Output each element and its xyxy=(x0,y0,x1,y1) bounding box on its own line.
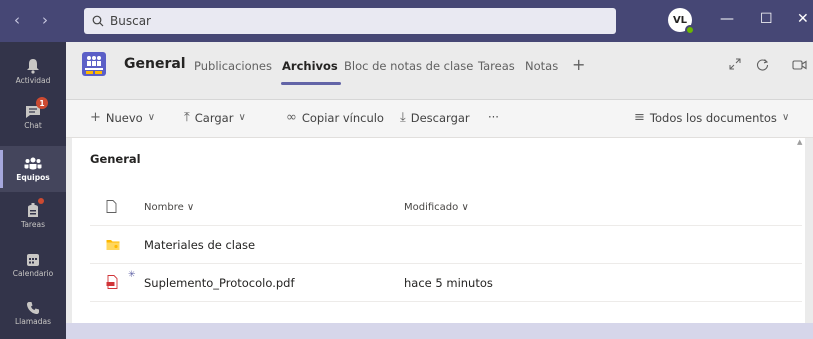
chevron-down-icon: ∨ xyxy=(781,112,790,123)
rail-label: Chat xyxy=(24,120,42,130)
rail-item-assignments[interactable]: Tareas xyxy=(0,192,66,238)
more-label: ··· xyxy=(488,110,499,124)
scroll-up-icon[interactable]: ▲ xyxy=(797,138,805,152)
active-tab-indicator xyxy=(281,82,341,85)
table-row[interactable]: Materiales de clase xyxy=(90,226,802,264)
chevron-down-icon: ∨ xyxy=(238,112,246,123)
upload-label: Cargar xyxy=(194,110,234,125)
chevron-down-icon: ∨ xyxy=(186,202,195,213)
new-button[interactable]: + Nuevo ∨ xyxy=(90,110,155,125)
search-placeholder: Buscar xyxy=(110,14,151,28)
search-input[interactable]: Buscar xyxy=(84,8,616,34)
bottom-strip xyxy=(66,323,813,339)
app-rail: Actividad 1 Chat Equipos Tareas Calendar… xyxy=(0,42,66,339)
view-selector[interactable]: ≡ Todos los documentos ∨ xyxy=(634,110,789,125)
chevron-down-icon: ∨ xyxy=(461,202,469,213)
phone-icon xyxy=(27,301,39,314)
title-bar: ‹ › Buscar VL — ☐ ✕ xyxy=(0,0,813,42)
team-avatar-icon xyxy=(85,56,103,74)
table-row[interactable]: ✳ Suplemento_Protocolo.pdf hace 5 minuto… xyxy=(90,264,802,302)
file-modified: hace 5 minutos xyxy=(404,276,493,290)
presence-available-icon xyxy=(685,25,695,35)
chat-unread-badge: 1 xyxy=(36,97,48,109)
column-name-label: Nombre xyxy=(144,202,184,213)
bell-icon xyxy=(27,58,39,74)
back-button[interactable]: ‹ xyxy=(14,11,20,29)
add-tab-button[interactable]: + xyxy=(572,55,585,74)
column-modified-label: Modificado xyxy=(404,202,459,213)
pdf-icon xyxy=(106,274,120,293)
maximize-button[interactable]: ☐ xyxy=(760,11,773,27)
rail-label: Calendario xyxy=(12,268,54,278)
file-name[interactable]: Suplemento_Protocolo.pdf xyxy=(144,276,295,290)
teams-icon xyxy=(24,157,42,169)
refresh-icon[interactable] xyxy=(756,58,769,75)
expand-icon[interactable] xyxy=(729,58,741,74)
file-name[interactable]: Materiales de clase xyxy=(144,238,255,252)
rail-item-activity[interactable]: Actividad xyxy=(0,48,66,94)
forward-button[interactable]: › xyxy=(42,11,48,29)
files-toolbar: + Nuevo ∨ ⤒ Cargar ∨ ∞ Copiar vínculo ⤓ … xyxy=(66,100,813,138)
link-icon: ∞ xyxy=(286,110,297,125)
new-label: Nuevo xyxy=(105,110,143,125)
meet-now-icon[interactable] xyxy=(792,58,808,76)
download-icon: ⤓ xyxy=(400,110,406,125)
assignments-notification-dot xyxy=(38,198,44,204)
folder-breadcrumb: General xyxy=(90,152,141,166)
copy-link-label: Copiar vínculo xyxy=(301,110,384,125)
files-table-header: Nombre ∨ Modificado ∨ xyxy=(90,188,802,226)
upload-button[interactable]: ⤒ Cargar ∨ xyxy=(184,110,246,125)
filter-icon: ≡ xyxy=(634,110,645,125)
new-file-sparkle-icon: ✳ xyxy=(128,270,136,280)
minimize-button[interactable]: — xyxy=(720,11,734,27)
more-options-button[interactable]: ··· xyxy=(488,110,499,124)
chevron-down-icon: ∨ xyxy=(147,112,156,123)
rail-label: Actividad xyxy=(15,75,51,85)
upload-icon: ⤒ xyxy=(184,110,190,125)
rail-label: Tareas xyxy=(21,219,45,229)
channel-title: General xyxy=(124,56,186,72)
copy-link-button[interactable]: ∞ Copiar vínculo xyxy=(286,110,384,125)
rail-item-chat[interactable]: 1 Chat xyxy=(0,94,66,140)
column-header-modified[interactable]: Modificado ∨ xyxy=(404,202,469,213)
tab-bloc-de-notas[interactable]: Bloc de notas de clase xyxy=(344,59,473,73)
search-icon xyxy=(92,15,104,27)
rail-item-calls[interactable]: Llamadas xyxy=(0,290,66,336)
assignments-icon xyxy=(28,202,38,217)
close-button[interactable]: ✕ xyxy=(797,11,809,27)
folder-icon xyxy=(106,236,120,255)
rail-item-calendar[interactable]: Calendario xyxy=(0,242,66,288)
team-logo[interactable] xyxy=(82,52,106,76)
channel-header: General Publicaciones Archivos Bloc de n… xyxy=(66,42,813,100)
calendar-icon xyxy=(27,253,39,266)
rail-label: Equipos xyxy=(16,172,50,182)
avatar[interactable]: VL xyxy=(668,8,695,35)
file-type-icon xyxy=(106,198,117,217)
view-label: Todos los documentos xyxy=(649,110,777,125)
rail-item-teams[interactable]: Equipos xyxy=(0,146,66,192)
tab-archivos[interactable]: Archivos xyxy=(282,59,338,73)
tab-tareas[interactable]: Tareas xyxy=(478,59,515,73)
avatar-initials: VL xyxy=(672,14,688,26)
tab-notas[interactable]: Notas xyxy=(525,59,558,73)
nav-arrows: ‹ › xyxy=(14,11,48,29)
tab-publicaciones[interactable]: Publicaciones xyxy=(194,59,272,73)
download-button[interactable]: ⤓ Descargar xyxy=(400,110,470,125)
rail-label: Llamadas xyxy=(14,316,52,326)
files-panel: General ▲ Nombre ∨ Modificado ∨ Material… xyxy=(72,138,805,323)
column-header-name[interactable]: Nombre ∨ xyxy=(144,202,194,213)
download-label: Descargar xyxy=(410,110,470,125)
plus-icon: + xyxy=(90,110,101,125)
